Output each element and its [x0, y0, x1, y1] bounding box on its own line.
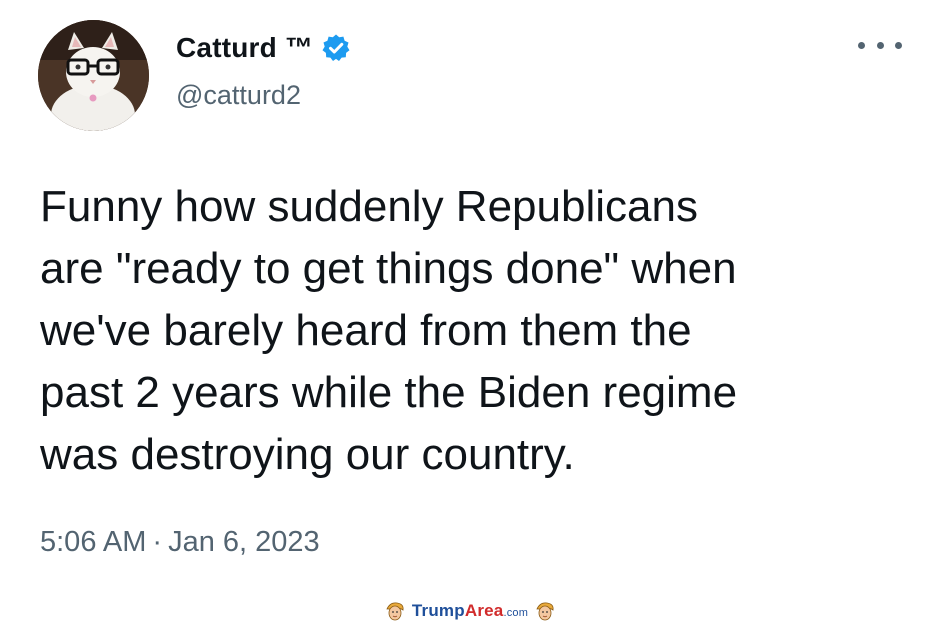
- watermark-brand-suffix: .com: [503, 607, 529, 619]
- trump-face-icon: [536, 602, 554, 621]
- tweet-date: Jan 6, 2023: [168, 526, 320, 558]
- timestamp-separator: ·: [152, 526, 163, 558]
- author-display-name[interactable]: Catturd ™: [176, 32, 313, 64]
- verified-badge-icon: [321, 33, 351, 63]
- tweet-timestamp[interactable]: 5:06 AM · Jan 6, 2023: [40, 526, 320, 559]
- watermark-text: TrumpArea.com: [412, 601, 528, 621]
- tweet-time: 5:06 AM: [40, 526, 147, 558]
- author-handle[interactable]: @catturd2: [176, 80, 301, 111]
- more-dot: [895, 41, 902, 49]
- more-options-icon[interactable]: [858, 33, 902, 57]
- cat-with-glasses-avatar-icon: [38, 20, 149, 131]
- author-avatar[interactable]: [38, 20, 149, 131]
- watermark: TrumpArea.com: [0, 596, 940, 626]
- trump-face-icon: [386, 602, 404, 621]
- tweet-text: Funny how suddenly Republicans are "read…: [40, 182, 738, 479]
- tweet-card: Catturd ™ @catturd2 Funny how suddenly R…: [0, 0, 940, 629]
- author-name-row: Catturd ™: [176, 28, 351, 68]
- more-dot: [858, 41, 865, 49]
- watermark-brand-part2: Area: [464, 601, 504, 620]
- more-dot: [876, 41, 884, 49]
- watermark-brand-part1: Trump: [411, 601, 465, 620]
